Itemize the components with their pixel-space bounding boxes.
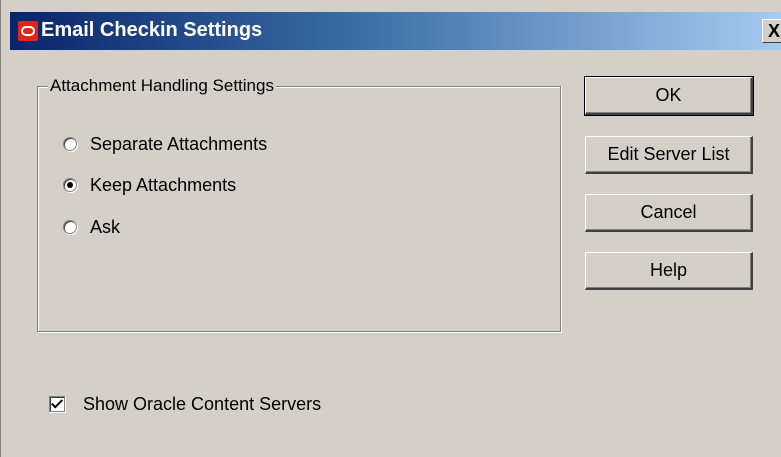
window-title: Email Checkin Settings	[41, 19, 263, 41]
radio-separate-attachments[interactable]: Separate Attachments	[63, 133, 267, 155]
cancel-button[interactable]: Cancel	[585, 194, 753, 232]
radio-label: Separate Attachments	[90, 133, 268, 154]
checkbox-checked-icon[interactable]	[49, 396, 65, 412]
radio-ask[interactable]: Ask	[63, 216, 120, 238]
oracle-logo-icon	[18, 21, 38, 41]
close-icon: X	[767, 20, 780, 41]
radio-button-checked-icon[interactable]	[63, 178, 77, 192]
radio-button-icon[interactable]	[63, 220, 77, 234]
show-oracle-content-servers-option[interactable]: Show Oracle Content Servers	[49, 393, 321, 415]
radio-label: Ask	[90, 216, 121, 237]
radio-button-icon[interactable]	[63, 137, 77, 151]
attachment-handling-legend: Attachment Handling Settings	[48, 76, 276, 96]
attachment-handling-group	[37, 86, 561, 332]
ok-button[interactable]: OK	[584, 76, 754, 116]
radio-label: Keep Attachments	[90, 174, 237, 195]
title-bar[interactable]: Email Checkin Settings X	[10, 12, 781, 50]
edit-server-list-button[interactable]: Edit Server List	[585, 136, 753, 174]
email-checkin-settings-dialog: Email Checkin Settings X Attachment Hand…	[0, 0, 781, 457]
help-button[interactable]: Help	[585, 252, 753, 290]
checkbox-label: Show Oracle Content Servers	[83, 393, 322, 414]
radio-keep-attachments[interactable]: Keep Attachments	[63, 174, 236, 196]
close-button[interactable]: X	[762, 19, 781, 43]
